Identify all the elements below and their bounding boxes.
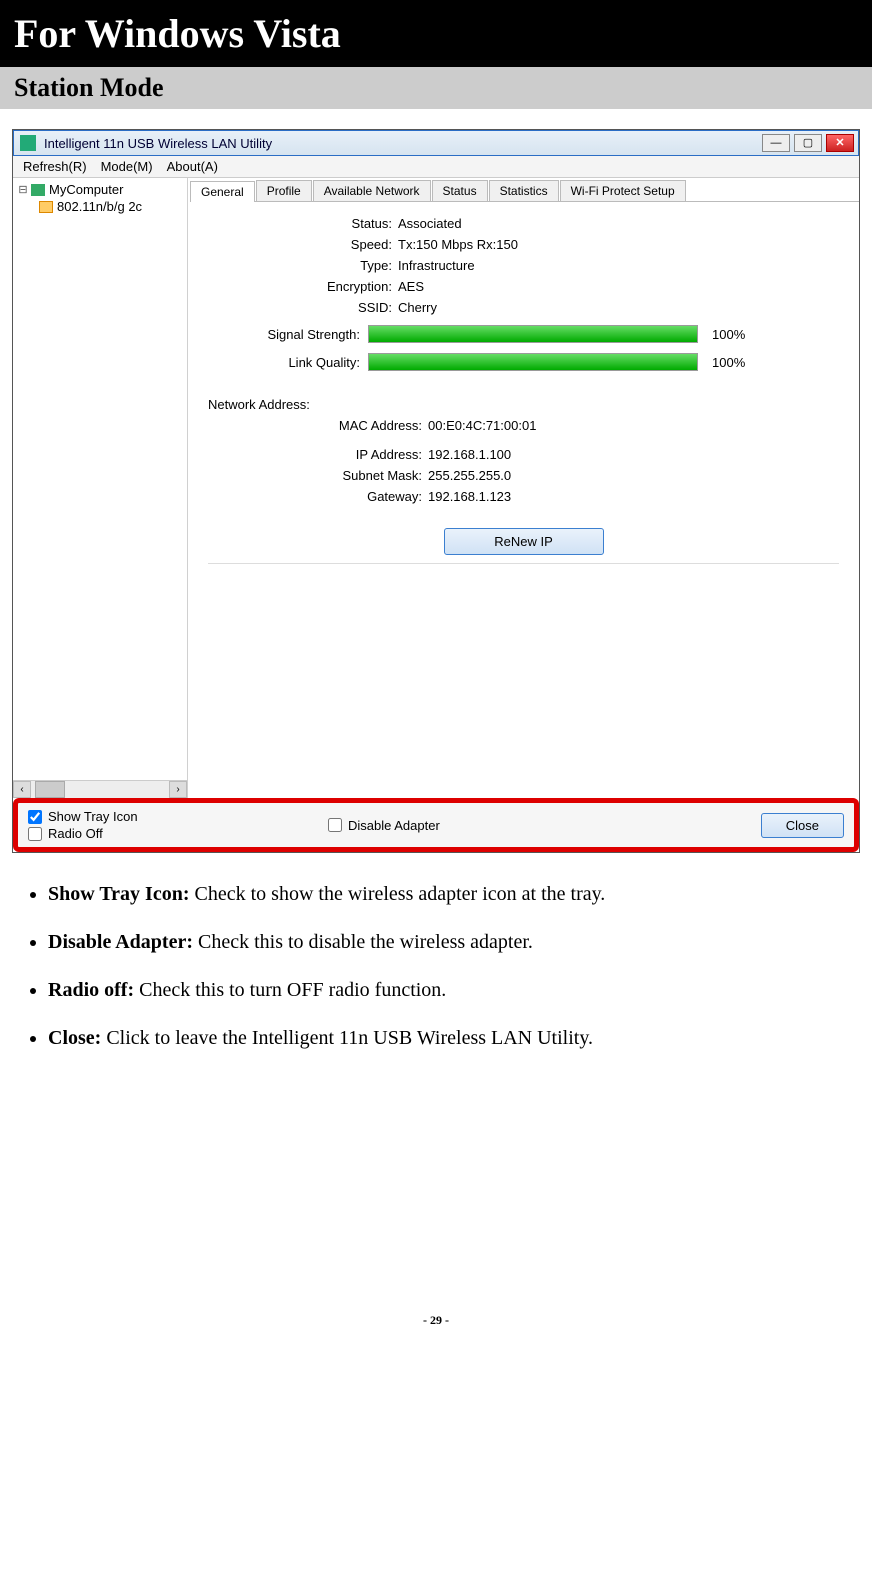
encryption-label: Encryption: (208, 279, 398, 294)
scroll-left-icon[interactable]: ‹ (13, 781, 31, 798)
signal-percent: 100% (712, 327, 745, 342)
radio-off-label: Radio Off (48, 826, 103, 841)
menubar: Refresh(R) Mode(M) About(A) (13, 156, 859, 178)
signal-label: Signal Strength: (208, 327, 368, 342)
mac-label: MAC Address: (208, 418, 428, 433)
menu-about[interactable]: About(A) (167, 159, 218, 174)
ssid-label: SSID: (208, 300, 398, 315)
minimize-button[interactable]: — (762, 134, 790, 152)
mac-value: 00:E0:4C:71:00:01 (428, 418, 839, 433)
tree-collapse-icon[interactable]: ⊟ (17, 183, 29, 196)
show-tray-label: Show Tray Icon (48, 809, 138, 824)
show-tray-input[interactable] (28, 810, 42, 824)
scroll-thumb[interactable] (35, 781, 65, 798)
maximize-button[interactable]: ▢ (794, 134, 822, 152)
tab-row: General Profile Available Network Status… (190, 180, 859, 202)
tab-statistics[interactable]: Statistics (489, 180, 559, 201)
type-value: Infrastructure (398, 258, 839, 273)
speed-label: Speed: (208, 237, 398, 252)
window-title: Intelligent 11n USB Wireless LAN Utility (42, 132, 758, 155)
show-tray-checkbox[interactable]: Show Tray Icon (28, 809, 328, 824)
subnet-label: Subnet Mask: (208, 468, 428, 483)
tab-wifi-protect[interactable]: Wi-Fi Protect Setup (560, 180, 686, 201)
close-button[interactable]: Close (761, 813, 844, 838)
bullet-disable-adapter: Disable Adapter: Check this to disable t… (48, 927, 838, 957)
tree-root-label: MyComputer (49, 182, 123, 197)
tab-general[interactable]: General (190, 181, 255, 202)
tab-available-network[interactable]: Available Network (313, 180, 431, 201)
link-label: Link Quality: (208, 355, 368, 370)
disable-adapter-label: Disable Adapter (348, 818, 440, 833)
bullet-list: Show Tray Icon: Check to show the wirele… (48, 879, 838, 1053)
bullet-close: Close: Click to leave the Intelligent 11… (48, 1023, 838, 1053)
screenshot-window: Intelligent 11n USB Wireless LAN Utility… (12, 129, 860, 853)
footer-highlight-box: Show Tray Icon Radio Off Disable Adapter… (13, 798, 859, 852)
disable-adapter-input[interactable] (328, 818, 342, 832)
tab-profile[interactable]: Profile (256, 180, 312, 201)
tree-panel: ⊟ MyComputer 802.11n/b/g 2c ‹ › (13, 178, 188, 798)
menu-mode[interactable]: Mode(M) (101, 159, 153, 174)
window-titlebar[interactable]: Intelligent 11n USB Wireless LAN Utility… (13, 130, 859, 156)
tree-child-label: 802.11n/b/g 2c (57, 199, 142, 214)
signal-bar (368, 325, 698, 343)
close-window-button[interactable]: ✕ (826, 134, 854, 152)
type-label: Type: (208, 258, 398, 273)
menu-refresh[interactable]: Refresh(R) (23, 159, 87, 174)
computer-icon (31, 184, 45, 196)
radio-off-input[interactable] (28, 827, 42, 841)
ip-value: 192.168.1.100 (428, 447, 839, 462)
radio-off-checkbox[interactable]: Radio Off (28, 826, 328, 841)
disable-adapter-checkbox[interactable]: Disable Adapter (328, 818, 440, 833)
tab-status[interactable]: Status (432, 180, 488, 201)
network-address-header: Network Address: (208, 397, 839, 412)
tree-child[interactable]: 802.11n/b/g 2c (39, 199, 183, 214)
tree-scrollbar[interactable]: ‹ › (13, 780, 187, 798)
link-percent: 100% (712, 355, 745, 370)
app-icon (20, 135, 36, 151)
bullet-show-tray: Show Tray Icon: Check to show the wirele… (48, 879, 838, 909)
status-label: Status: (208, 216, 398, 231)
renew-ip-button[interactable]: ReNew IP (444, 528, 604, 555)
speed-value: Tx:150 Mbps Rx:150 (398, 237, 839, 252)
ssid-value: Cherry (398, 300, 839, 315)
scroll-right-icon[interactable]: › (169, 781, 187, 798)
page-title: For Windows Vista (0, 0, 872, 67)
ip-label: IP Address: (208, 447, 428, 462)
page-number: - 29 - (0, 1313, 872, 1348)
link-bar (368, 353, 698, 371)
tree-root[interactable]: ⊟ MyComputer (17, 182, 183, 197)
encryption-value: AES (398, 279, 839, 294)
page-subtitle: Station Mode (0, 67, 872, 109)
bullet-radio-off: Radio off: Check this to turn OFF radio … (48, 975, 838, 1005)
adapter-icon (39, 201, 53, 213)
gateway-label: Gateway: (208, 489, 428, 504)
subnet-value: 255.255.255.0 (428, 468, 839, 483)
gateway-value: 192.168.1.123 (428, 489, 839, 504)
status-value: Associated (398, 216, 839, 231)
